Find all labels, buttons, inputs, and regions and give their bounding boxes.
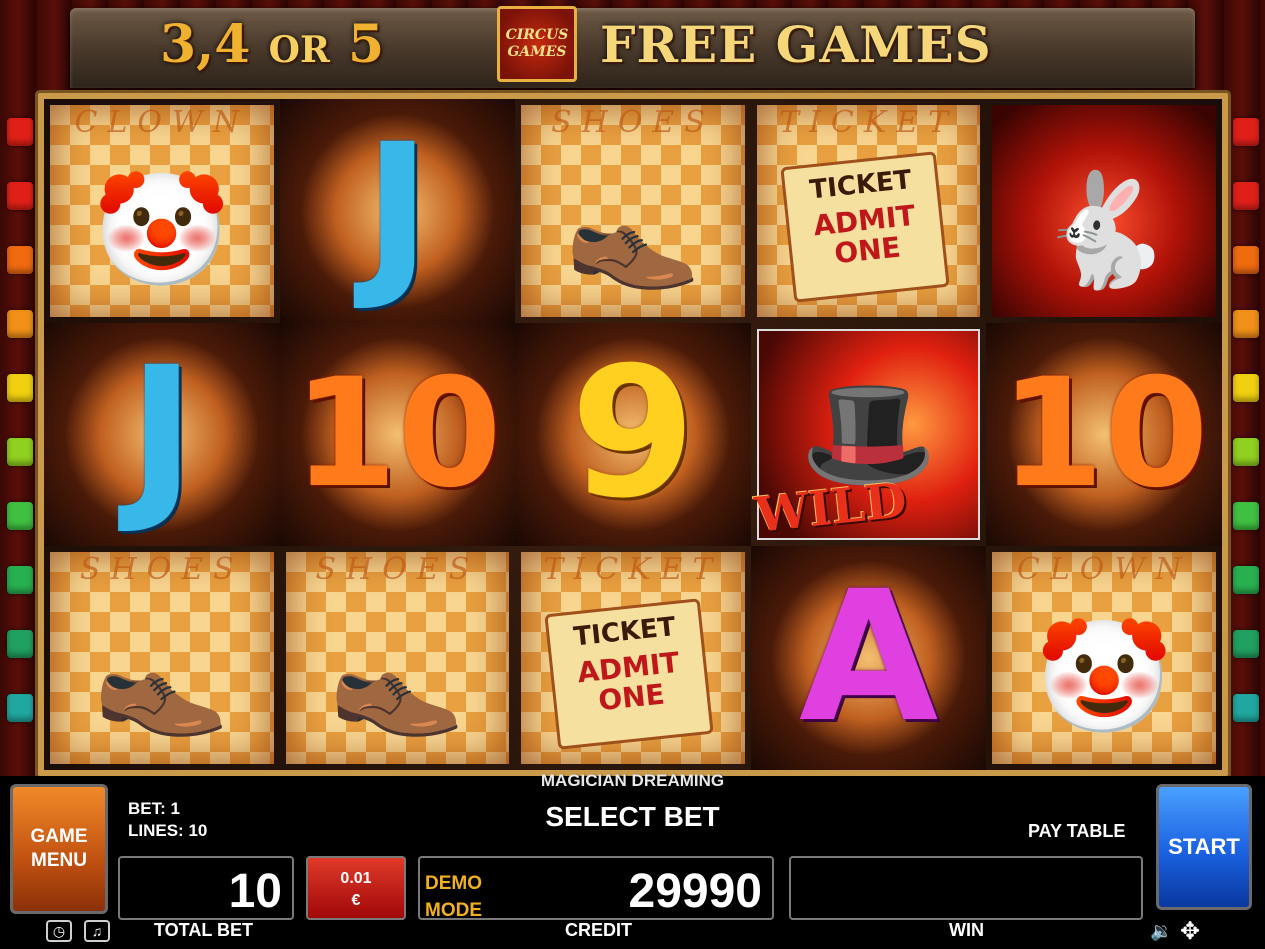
symbol-picture: 👞 bbox=[328, 616, 466, 740]
symbol-picture: 👞 bbox=[93, 616, 231, 740]
banner-count-b: 5 bbox=[347, 14, 385, 75]
ticket-picture: TICKET ADMIT ONE bbox=[780, 151, 950, 303]
symbol-card-title: TICKET bbox=[543, 552, 723, 588]
line-indicator-7 bbox=[7, 502, 33, 530]
circus-games-logo: CIRCUS GAMES bbox=[497, 6, 577, 82]
game-title: MAGICIAN DREAMING bbox=[540, 771, 725, 790]
line-indicator-4 bbox=[1233, 310, 1259, 338]
line-indicator-3 bbox=[7, 246, 33, 274]
ticket-symbol: TICKET TICKET ADMIT ONE bbox=[751, 99, 987, 323]
win-label: WIN bbox=[949, 920, 984, 940]
line-indicator-9 bbox=[7, 630, 33, 658]
line-indicator-5 bbox=[7, 374, 33, 402]
reel-frame: CLOWN 🤡 J SHOES 👞 TICKET TICKET ADMIT ONE 🐇 J 10 9 🎩… bbox=[38, 93, 1228, 776]
line-indicator-10 bbox=[7, 694, 33, 722]
ten-symbol: 10 bbox=[279, 322, 516, 547]
line-indicator-4 bbox=[7, 310, 33, 338]
ticket-picture: TICKET ADMIT ONE bbox=[544, 598, 714, 751]
right-line-indicators bbox=[1233, 118, 1259, 758]
banner-free-games: FREE GAMES bbox=[600, 15, 992, 74]
reel-grid: CLOWN 🤡 J SHOES 👞 TICKET TICKET ADMIT ONE 🐇 J 10 9 🎩… bbox=[44, 99, 1222, 770]
credit-value: 29990 bbox=[628, 865, 762, 918]
fullscreen-icon[interactable]: ✥ bbox=[1180, 917, 1200, 946]
line-indicator-2 bbox=[7, 182, 33, 210]
symbol-glyph: 9 bbox=[570, 329, 696, 539]
demo-line1: DEMO bbox=[425, 873, 482, 894]
logo-line1: CIRCUS bbox=[505, 27, 569, 43]
banner-or: OR bbox=[268, 29, 330, 71]
denomination-button[interactable]: 0.01 € bbox=[306, 856, 406, 920]
total-bet-label: TOTAL BET bbox=[154, 920, 253, 940]
admit-one-text: ADMIT ONE bbox=[575, 646, 682, 718]
symbol-picture: 👞 bbox=[564, 168, 702, 292]
demo-mode-label: DEMO MODE bbox=[425, 870, 482, 924]
symbol-card-title: SHOES bbox=[79, 552, 244, 588]
win-box bbox=[789, 856, 1143, 920]
start-label: START bbox=[1168, 834, 1240, 859]
shoes-symbol: SHOES 👞 bbox=[280, 546, 516, 770]
line-indicator-6 bbox=[1233, 438, 1259, 466]
symbol-picture: 🤡 bbox=[1035, 616, 1173, 740]
symbol-card-title: CLOWN bbox=[74, 105, 250, 140]
left-line-indicators bbox=[7, 118, 33, 758]
j-symbol: J bbox=[279, 99, 516, 323]
symbol-glyph: J bbox=[363, 105, 431, 315]
symbol-picture: 🤡 bbox=[93, 168, 231, 292]
total-bet-value: 10 bbox=[228, 865, 282, 918]
logo-line2: GAMES bbox=[507, 44, 567, 60]
start-button[interactable]: START bbox=[1156, 784, 1252, 910]
line-indicator-7 bbox=[1233, 502, 1259, 530]
line-indicator-2 bbox=[1233, 182, 1259, 210]
line-indicator-8 bbox=[1233, 566, 1259, 594]
line-indicator-8 bbox=[7, 566, 33, 594]
symbol-card-title: SHOES bbox=[551, 105, 715, 140]
total-bet-box: 10 bbox=[118, 856, 294, 920]
symbol-glyph: 10 bbox=[999, 347, 1209, 522]
symbol-glyph: J bbox=[128, 329, 196, 539]
rabbit-symbol: 🐇 bbox=[986, 99, 1222, 323]
line-indicator-3 bbox=[1233, 246, 1259, 274]
ten-symbol: 10 bbox=[986, 322, 1222, 547]
music-icon[interactable]: ♫ bbox=[84, 920, 110, 942]
symbol-card-title: TICKET bbox=[779, 105, 959, 140]
demo-line2: MODE bbox=[425, 900, 482, 921]
line-indicator-1 bbox=[1233, 118, 1259, 146]
symbol-glyph: 10 bbox=[293, 347, 502, 522]
denomination-value: 0.01 bbox=[340, 870, 372, 887]
pay-table-button[interactable]: PAY TABLE bbox=[1028, 821, 1125, 842]
line-indicator-9 bbox=[1233, 630, 1259, 658]
shoes-symbol: SHOES 👞 bbox=[515, 99, 751, 323]
symbol-glyph: A bbox=[798, 553, 939, 763]
banner-scatter-count: 3,4 OR 5 bbox=[160, 10, 384, 80]
banner-count-a: 3,4 bbox=[160, 14, 251, 75]
clown-symbol: CLOWN 🤡 bbox=[44, 99, 280, 323]
symbol-picture: 🐇 bbox=[1035, 168, 1173, 292]
nine-symbol: 9 bbox=[515, 322, 751, 547]
symbol-card-title: CLOWN bbox=[1016, 552, 1192, 588]
clock-icon[interactable]: ◷ bbox=[46, 920, 72, 942]
admit-one-text: ADMIT ONE bbox=[811, 198, 917, 271]
denomination-currency: € bbox=[351, 892, 361, 909]
shoes-symbol: SHOES 👞 bbox=[44, 546, 280, 770]
credit-label: CREDIT bbox=[565, 920, 632, 940]
line-indicator-6 bbox=[7, 438, 33, 466]
symbol-card-title: SHOES bbox=[315, 552, 480, 588]
ticket-symbol: TICKET TICKET ADMIT ONE bbox=[515, 546, 751, 770]
clown-symbol: CLOWN 🤡 bbox=[986, 546, 1222, 770]
a-symbol: A bbox=[750, 546, 987, 770]
speaker-icon[interactable]: 🔉 bbox=[1150, 921, 1172, 942]
line-indicator-5 bbox=[1233, 374, 1259, 402]
line-indicator-10 bbox=[1233, 694, 1259, 722]
j-symbol: J bbox=[44, 322, 280, 547]
wild-magician-symbol: 🎩 WILD bbox=[751, 323, 987, 547]
line-indicator-1 bbox=[7, 118, 33, 146]
